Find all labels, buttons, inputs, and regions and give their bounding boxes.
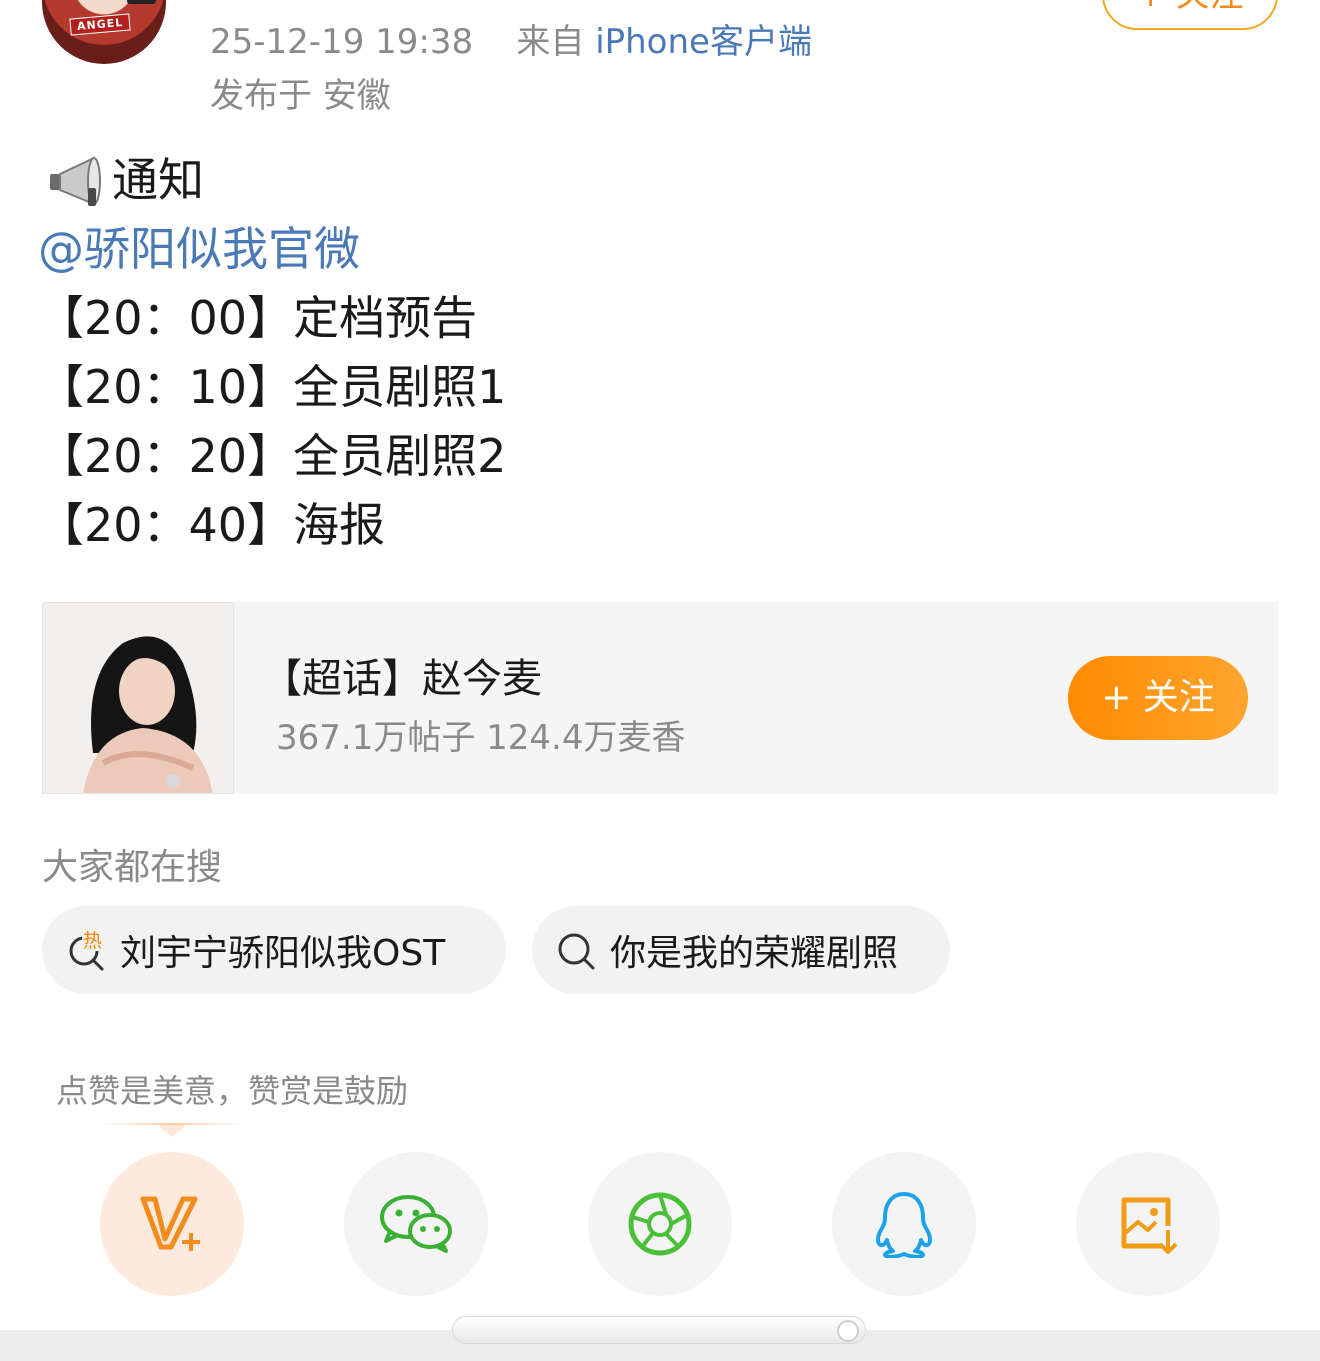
super-topic-stats: 367.1万帖子 124.4万麦香 xyxy=(276,718,686,758)
super-topic-card[interactable]: 【超话】赵今麦 367.1万帖子 124.4万麦香 + 关注 xyxy=(42,602,1278,794)
follow-author-button[interactable]: + 关注 xyxy=(1102,0,1278,30)
reward-v-plus-icon xyxy=(140,1196,200,1251)
super-topic-title: 【超话】赵今麦 xyxy=(262,656,542,702)
reward-caption-pointer xyxy=(158,1125,186,1137)
share-qq-button[interactable] xyxy=(832,1152,976,1296)
reward-caption: 点赞是美意，赞赏是鼓励 xyxy=(56,1072,409,1110)
schedule-line: 【20：00】定档预告 xyxy=(38,291,478,345)
mention-link[interactable]: @骄阳似我官微 xyxy=(38,215,506,284)
portrait-image xyxy=(43,603,233,793)
weibo-post-page: 0929 ANGEL 25-12-19 19:38 来自 iPhone客户端 发… xyxy=(0,0,1320,1361)
moments-icon xyxy=(628,1192,692,1256)
schedule-line: 【20：40】海报 xyxy=(38,498,386,552)
reward-button[interactable] xyxy=(100,1152,244,1296)
search-suggestion-label: 刘宇宁骄阳似我OST xyxy=(120,933,446,974)
hot-search-icon: 热 xyxy=(69,929,106,971)
search-suggestion-chip[interactable]: 你是我的荣耀剧照 xyxy=(532,906,950,994)
source-prefix: 来自 xyxy=(516,22,585,62)
avatar-tag: ANGEL xyxy=(69,13,131,36)
post-content: 通知 @骄阳似我官微 【20：00】定档预告 【20：10】全员剧照1 【20：… xyxy=(38,146,506,560)
share-wechat-button[interactable] xyxy=(344,1152,488,1296)
author-avatar[interactable]: 0929 ANGEL xyxy=(42,0,166,64)
megaphone-icon xyxy=(50,155,101,206)
schedule-line: 【20：20】全员剧照2 xyxy=(38,429,507,483)
post-location: 发布于 安徽 xyxy=(210,76,391,116)
search-icon xyxy=(558,933,595,970)
wechat-icon xyxy=(380,1195,452,1253)
search-suggestion-chip[interactable]: 热 刘宇宁骄阳似我OST xyxy=(42,906,506,994)
trending-search-heading: 大家都在搜 xyxy=(42,847,223,888)
avatar-number: 0929 xyxy=(127,0,156,4)
post-meta: 25-12-19 19:38 来自 iPhone客户端 xyxy=(210,14,812,63)
save-image-icon xyxy=(1121,1197,1178,1254)
share-moments-button[interactable] xyxy=(588,1152,732,1296)
search-suggestion-label: 你是我的荣耀剧照 xyxy=(610,933,899,974)
source-client-link[interactable]: iPhone客户端 xyxy=(595,22,812,62)
save-image-button[interactable] xyxy=(1076,1152,1220,1296)
notice-line: 通知 xyxy=(38,146,506,215)
post-timestamp: 25-12-19 19:38 xyxy=(210,22,474,62)
schedule-line: 【20：10】全员剧照1 xyxy=(38,360,507,414)
notice-label: 通知 xyxy=(112,153,204,207)
hot-badge: 热 xyxy=(83,930,102,952)
super-topic-follow-button[interactable]: + 关注 xyxy=(1068,656,1248,740)
scroll-handle[interactable] xyxy=(452,1316,866,1344)
qq-icon xyxy=(876,1192,932,1258)
super-topic-thumbnail xyxy=(42,602,234,794)
